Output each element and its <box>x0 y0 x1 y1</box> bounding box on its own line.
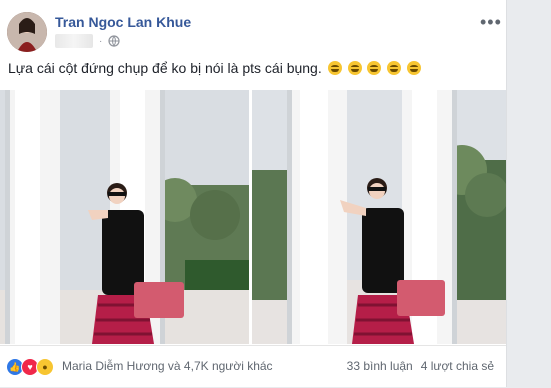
author-name[interactable]: Tran Ngoc Lan Khue <box>55 14 191 30</box>
comments-count[interactable]: 33 bình luận <box>347 359 413 373</box>
grinning-face-icon <box>347 61 362 75</box>
grinning-face-icon <box>327 61 342 75</box>
page-background <box>507 0 551 387</box>
haha-icon[interactable]: ● <box>36 358 54 376</box>
post-meta: · <box>55 34 120 48</box>
post-card: Tran Ngoc Lan Khue · ••• Lựa cái cột đứn… <box>0 0 507 387</box>
grinning-face-icon <box>387 61 402 75</box>
globe-icon[interactable] <box>108 35 120 47</box>
photo-left[interactable] <box>0 90 249 344</box>
grinning-face-icon <box>367 61 382 75</box>
meta-separator: · <box>99 35 103 47</box>
more-options-icon[interactable]: ••• <box>480 12 502 33</box>
reaction-summary[interactable]: Maria Diễm Hương và 4,7K người khác <box>62 359 273 373</box>
post-date[interactable] <box>55 34 93 48</box>
caption-text: Lựa cái cột đứng chụp để ko bị nói là pt… <box>8 60 322 76</box>
post-counts: 33 bình luận 4 lượt chia sẻ <box>347 359 494 373</box>
author-avatar[interactable] <box>7 12 47 52</box>
reaction-icons[interactable]: 👍 ♥ ● <box>6 358 54 376</box>
shares-count[interactable]: 4 lượt chia sẻ <box>421 359 494 373</box>
post-footer: 👍 ♥ ● Maria Diễm Hương và 4,7K người khá… <box>0 345 506 388</box>
post-caption: Lựa cái cột đứng chụp để ko bị nói là pt… <box>8 60 422 76</box>
photo-right[interactable] <box>252 90 506 344</box>
grinning-face-icon <box>407 61 422 75</box>
